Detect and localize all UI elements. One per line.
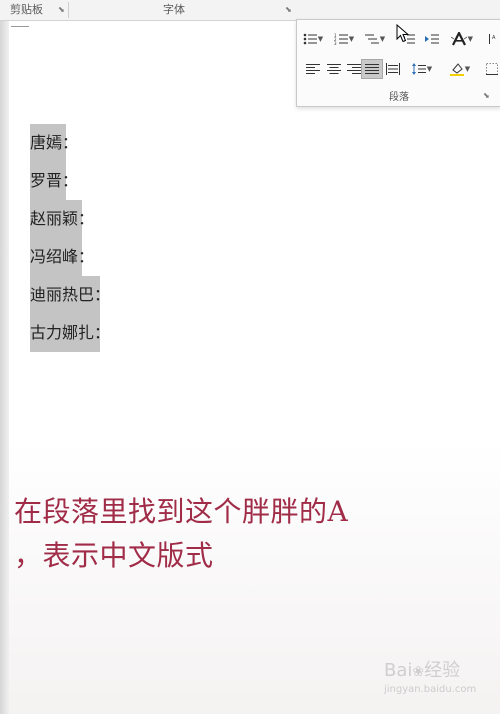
line-spacing-button[interactable]: ▼: [411, 60, 433, 78]
ruler-mark: [11, 26, 29, 27]
bullets-button[interactable]: ▼: [302, 30, 324, 48]
ribbon-divider: [68, 2, 69, 18]
align-left-button[interactable]: [302, 60, 324, 78]
multilevel-list-button[interactable]: ▼: [364, 30, 386, 48]
name-line[interactable]: 赵丽颖：: [30, 200, 108, 238]
numbering-button[interactable]: 1 2 3 ▼: [333, 30, 355, 48]
chinese-layout-button[interactable]: ▼: [451, 30, 473, 48]
instruction-caption: 在段落里找到这个胖胖的A ，表示中文版式: [14, 490, 494, 578]
justify-button[interactable]: [361, 59, 383, 79]
bullets-icon: [303, 33, 317, 45]
clipboard-group-label: 剪贴板: [10, 3, 43, 16]
distributed-icon: [386, 63, 400, 75]
numbering-icon: 123: [334, 33, 348, 45]
chinese-layout-icon: [451, 32, 467, 46]
name-text: 迪丽热巴：: [30, 285, 111, 304]
font-group-label: 字体: [163, 3, 185, 16]
name-text: 冯绍峰：: [30, 247, 95, 266]
name-line[interactable]: 冯绍峰：: [30, 238, 108, 276]
align-center-icon: [327, 64, 341, 74]
shading-button[interactable]: ▼: [449, 60, 471, 78]
multilevel-list-icon: [364, 34, 379, 44]
name-text: 古力娜扎：: [30, 323, 111, 342]
font-launcher-icon[interactable]: ⬊: [285, 6, 293, 14]
name-list: 唐嫣： 罗晋： 赵丽颖： 冯绍峰： 迪丽热巴： 古力娜扎：: [30, 124, 111, 352]
sort-button[interactable]: A: [483, 30, 500, 48]
clipboard-launcher-icon[interactable]: ⬊: [58, 6, 66, 14]
borders-button[interactable]: [481, 60, 500, 78]
caption-line-2: ，表示中文版式: [14, 539, 214, 572]
name-text: 罗晋：: [30, 171, 79, 190]
shading-icon: [449, 63, 464, 76]
name-line[interactable]: 迪丽热巴：: [30, 276, 111, 314]
left-margin-strip: [0, 0, 9, 714]
caption-line-1: 在段落里找到这个胖胖的A: [14, 495, 349, 528]
watermark-brand-2: 经验: [424, 660, 461, 681]
align-right-icon: [347, 64, 361, 74]
ribbon-group-bar: 剪贴板 ⬊ 字体 ⬊: [0, 0, 500, 21]
distributed-button[interactable]: [382, 60, 404, 78]
increase-indent-icon: [425, 34, 439, 44]
paragraph-launcher-icon[interactable]: ⬊: [483, 91, 490, 100]
justify-icon: [365, 64, 379, 74]
svg-text:A: A: [492, 35, 496, 41]
name-text: 赵丽颖：: [30, 209, 95, 228]
align-center-button[interactable]: [323, 60, 345, 78]
align-left-icon: [306, 64, 320, 74]
sort-icon: A: [489, 34, 496, 44]
name-line[interactable]: 唐嫣：: [30, 124, 108, 162]
name-line[interactable]: 罗晋：: [30, 162, 108, 200]
paw-icon: ❀: [412, 664, 425, 680]
mouse-cursor-icon: [396, 24, 410, 43]
watermark-site: jingyan.baidu.com: [384, 684, 477, 695]
svg-text:3: 3: [334, 41, 337, 45]
name-text: 唐嫣：: [30, 133, 79, 152]
baidu-watermark: Bai❀经验 jingyan.baidu.com: [384, 656, 494, 706]
name-line[interactable]: 古力娜扎：: [30, 314, 111, 352]
paragraph-group-label: 段落: [389, 92, 409, 103]
watermark-brand: Bai: [384, 660, 413, 681]
borders-icon: [486, 63, 498, 75]
increase-indent-button[interactable]: [421, 30, 443, 48]
line-spacing-icon: [411, 63, 426, 75]
